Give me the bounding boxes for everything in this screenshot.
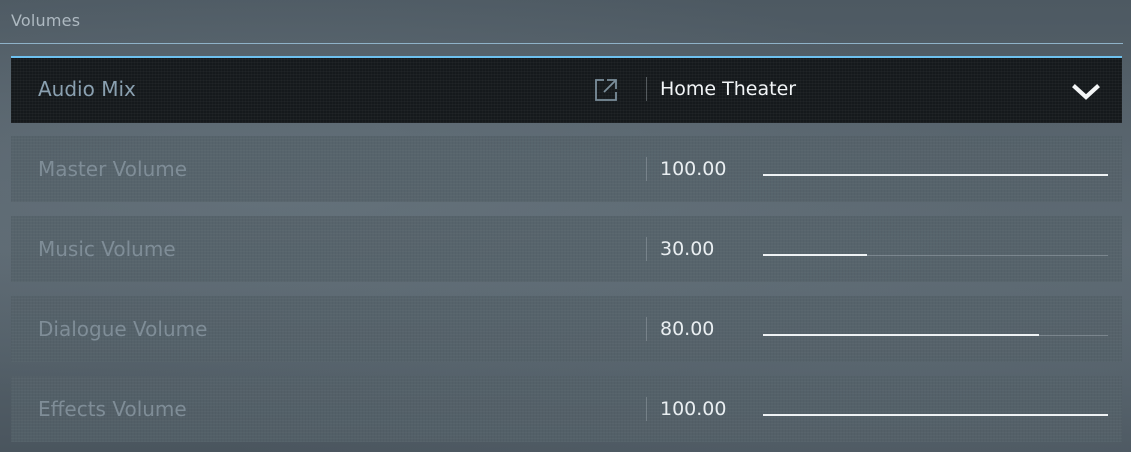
music-volume-row[interactable]: Music Volume 30.00: [11, 216, 1122, 282]
effects-volume-row[interactable]: Effects Volume 100.00: [11, 376, 1122, 442]
audio-mix-label: Audio Mix: [38, 77, 136, 101]
master-volume-slider-fill: [763, 174, 1108, 176]
dialogue-volume-row[interactable]: Dialogue Volume 80.00: [11, 296, 1122, 362]
master-volume-label: Master Volume: [38, 157, 188, 181]
music-volume-value: 30.00: [660, 238, 715, 260]
dialogue-volume-slider-fill: [763, 334, 1039, 336]
audio-mix-dropdown[interactable]: Audio Mix Home Theater: [11, 56, 1122, 123]
row-divider: [646, 397, 647, 421]
row-divider: [646, 237, 647, 261]
master-volume-row[interactable]: Master Volume 100.00: [11, 136, 1122, 202]
master-volume-value: 100.00: [660, 158, 727, 180]
effects-volume-value: 100.00: [660, 398, 727, 420]
music-volume-slider[interactable]: [763, 254, 1108, 256]
effects-volume-slider[interactable]: [763, 414, 1108, 416]
section-header: Volumes: [0, 0, 1123, 44]
row-divider: [646, 157, 647, 181]
effects-volume-label: Effects Volume: [38, 397, 187, 421]
audio-mix-value: Home Theater: [660, 78, 797, 100]
effects-volume-slider-fill: [763, 414, 1108, 416]
external-link-icon[interactable]: [593, 77, 619, 103]
music-volume-slider-fill: [763, 254, 867, 256]
music-volume-label: Music Volume: [38, 237, 176, 261]
section-title: Volumes: [11, 11, 81, 30]
row-divider: [646, 77, 647, 101]
dialogue-volume-label: Dialogue Volume: [38, 317, 208, 341]
dialogue-volume-value: 80.00: [660, 318, 715, 340]
row-divider: [646, 317, 647, 341]
master-volume-slider[interactable]: [763, 174, 1108, 176]
chevron-down-icon[interactable]: [1072, 83, 1100, 101]
dialogue-volume-slider[interactable]: [763, 334, 1108, 336]
